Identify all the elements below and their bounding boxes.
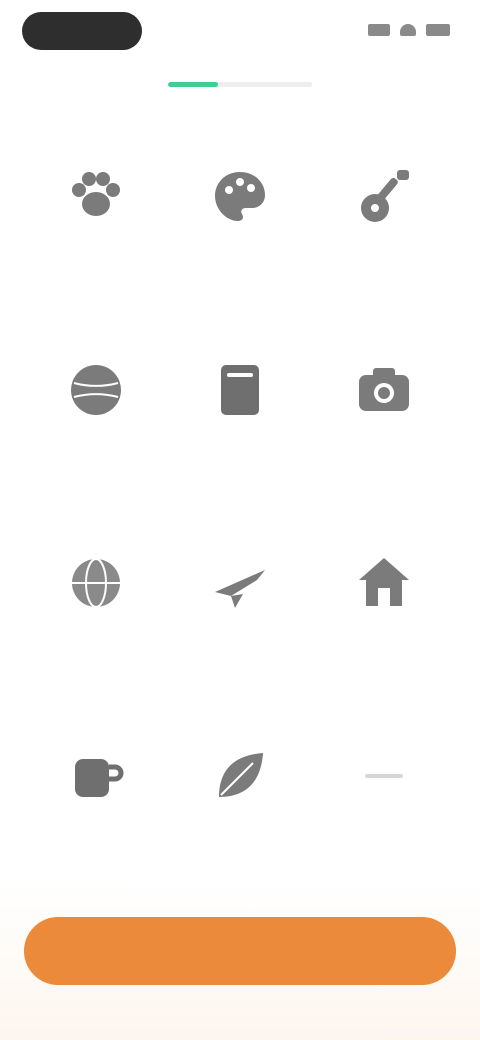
category-grid	[24, 150, 456, 922]
palette-icon	[209, 166, 271, 228]
category-tile[interactable]	[168, 536, 312, 729]
battery-icon	[426, 24, 450, 36]
status-icons	[368, 24, 450, 36]
category-tile[interactable]	[168, 150, 312, 343]
category-tile[interactable]	[312, 343, 456, 536]
status-bar	[0, 0, 480, 64]
globe-icon	[65, 552, 127, 614]
continue-button[interactable]	[24, 917, 456, 985]
onboarding-progress	[168, 82, 312, 87]
wifi-icon	[400, 24, 416, 36]
more-icon	[353, 745, 415, 807]
category-tile[interactable]	[312, 536, 456, 729]
dynamic-island	[22, 12, 142, 50]
house-icon	[353, 552, 415, 614]
onboarding-screen	[0, 0, 480, 1040]
paw-icon	[65, 166, 127, 228]
signal-icon	[368, 24, 390, 36]
category-tile[interactable]	[24, 150, 168, 343]
leaf-icon	[209, 745, 271, 807]
camera-icon	[353, 359, 415, 421]
category-tile[interactable]	[24, 343, 168, 536]
category-tile[interactable]	[168, 343, 312, 536]
cup-icon	[65, 745, 127, 807]
category-tile[interactable]	[312, 150, 456, 343]
ball-icon	[65, 359, 127, 421]
book-icon	[209, 359, 271, 421]
category-tile[interactable]	[24, 536, 168, 729]
guitar-icon	[353, 166, 415, 228]
plane-icon	[209, 552, 271, 614]
progress-fill	[168, 82, 219, 87]
